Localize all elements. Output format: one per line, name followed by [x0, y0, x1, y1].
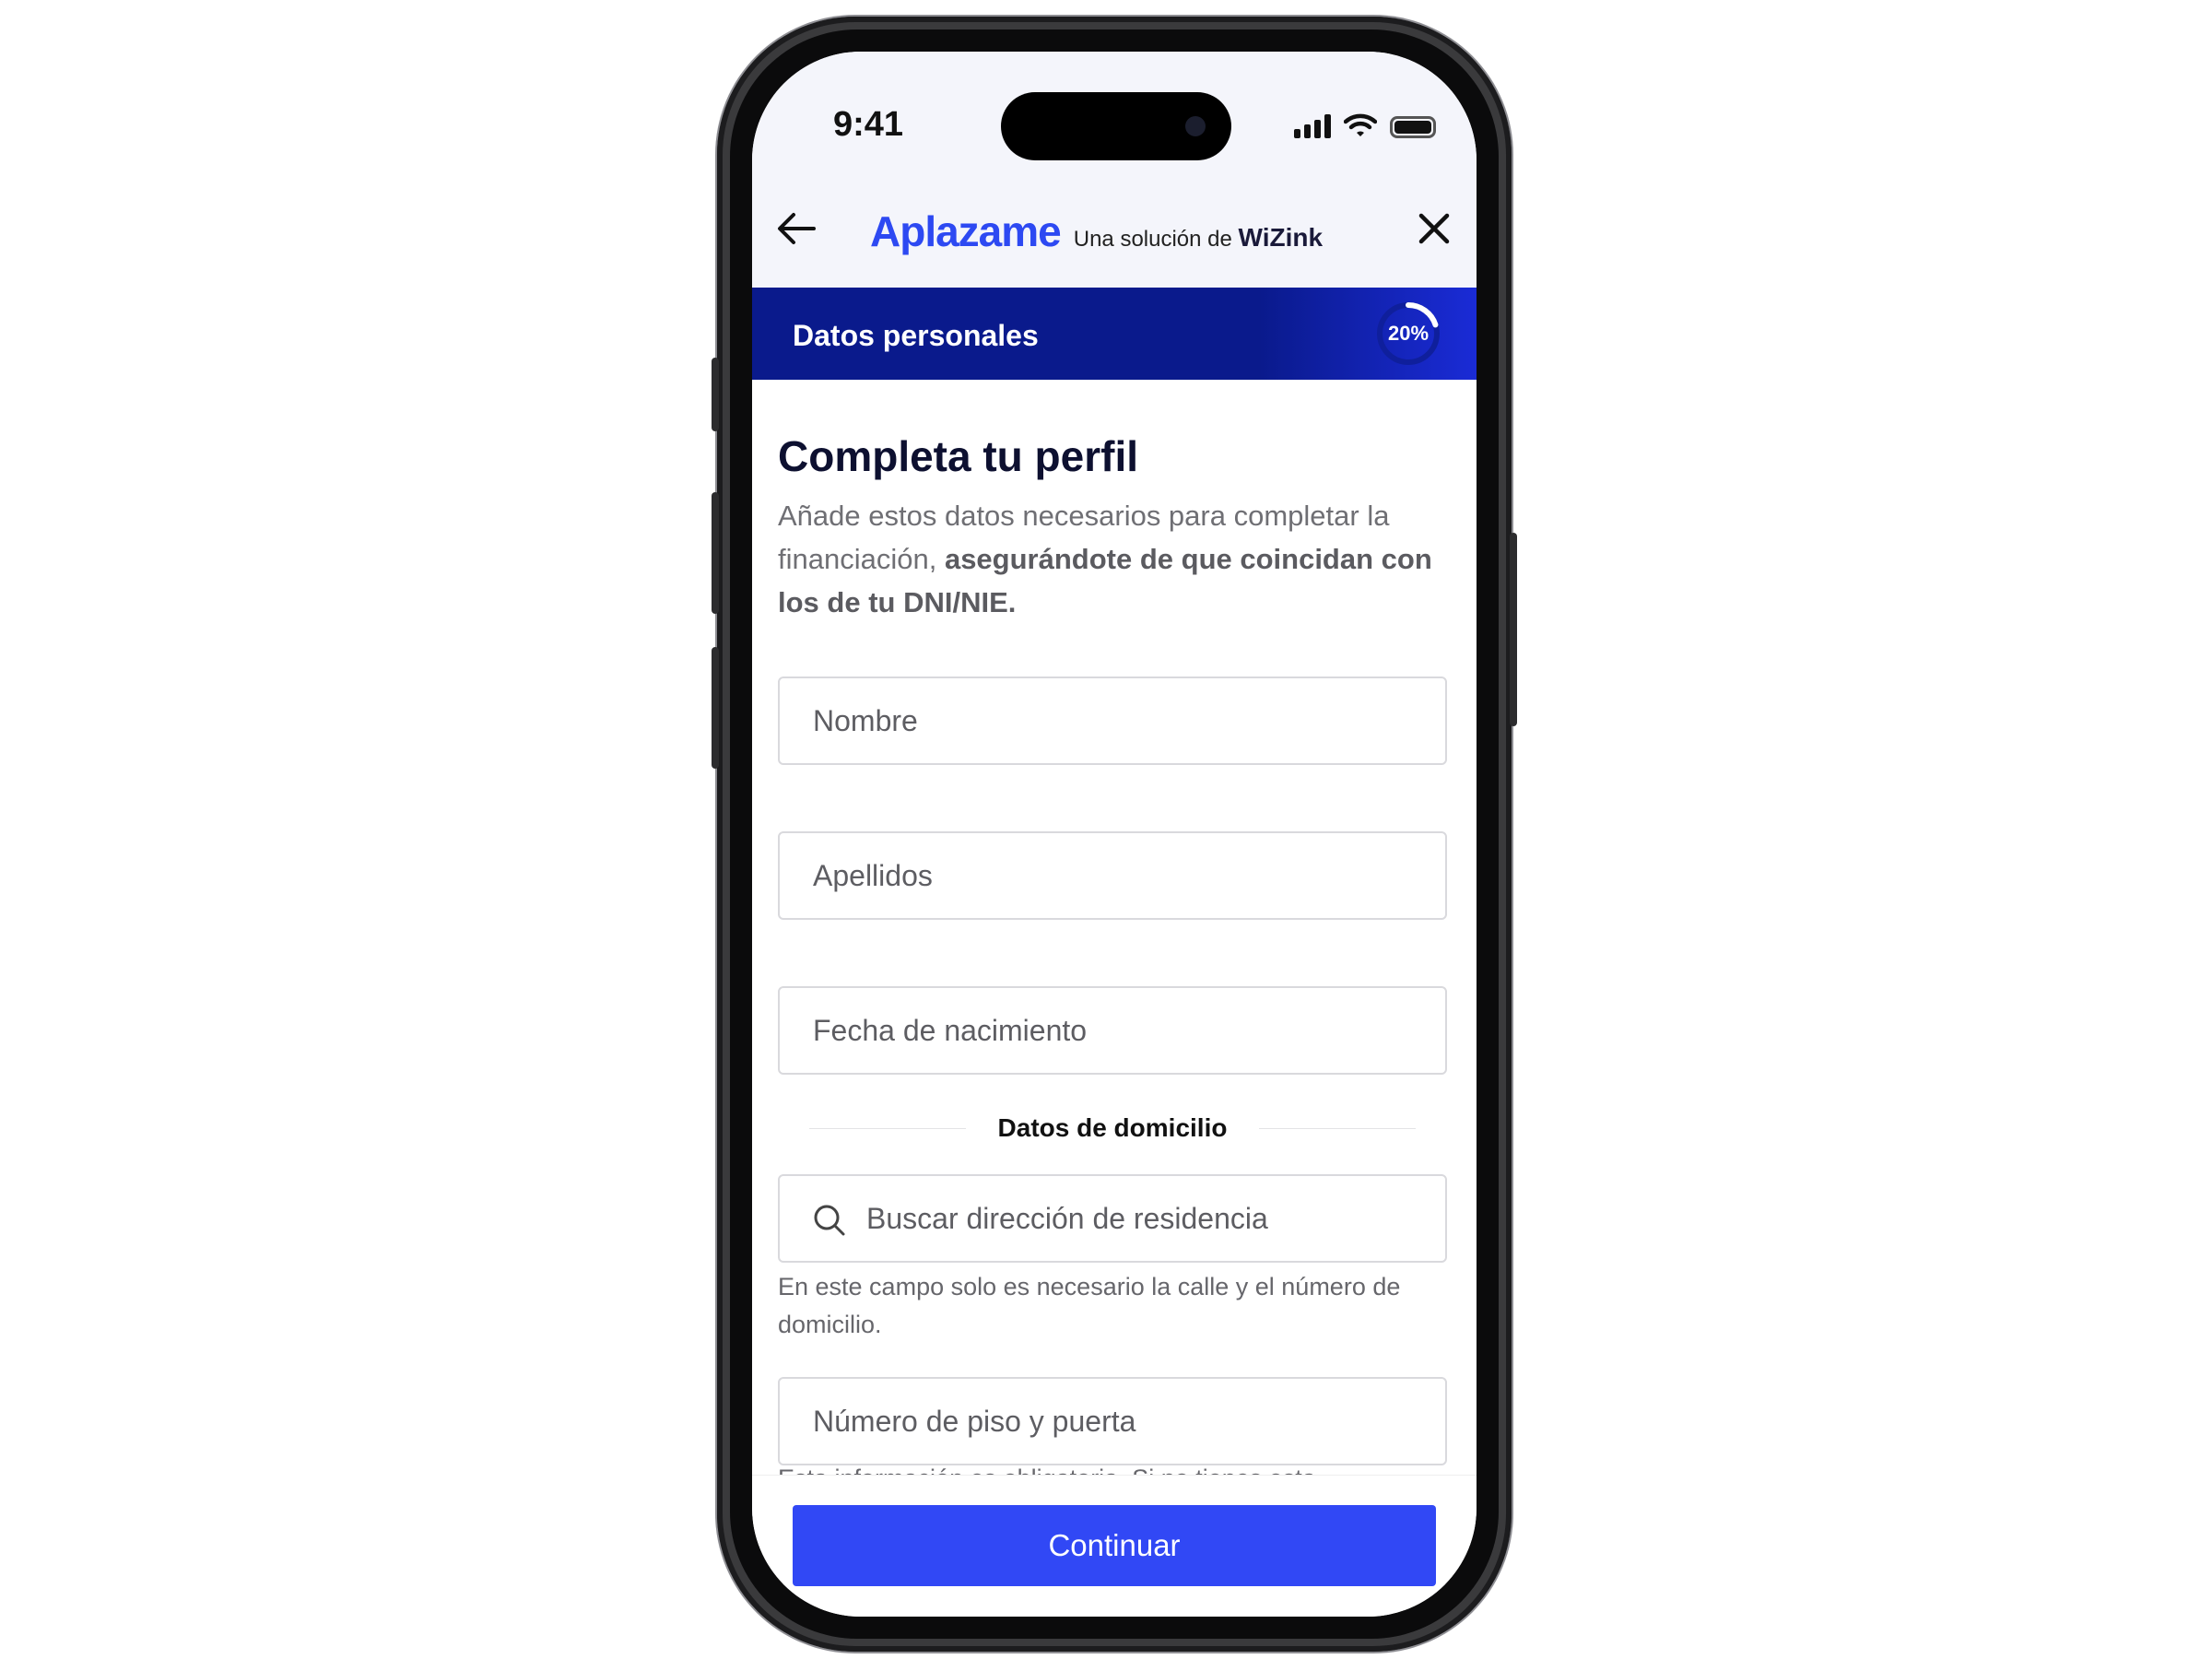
- birth-date-field: [778, 986, 1447, 1075]
- close-icon: [1418, 213, 1450, 244]
- status-icons: [1294, 112, 1436, 138]
- battery-icon: [1390, 116, 1436, 138]
- brand-logo: Aplazame: [870, 207, 1062, 255]
- bottom-action-bar: Continuar: [752, 1475, 1477, 1617]
- progress-label: 20%: [1387, 322, 1430, 345]
- wifi-icon: [1344, 113, 1377, 136]
- address-section-divider: Datos de domicilio: [778, 1110, 1447, 1147]
- back-button[interactable]: [769, 201, 824, 256]
- power-button: [1510, 533, 1517, 726]
- last-name-field: [778, 831, 1447, 920]
- status-time: 9:41: [833, 105, 904, 144]
- camera-icon: [1185, 116, 1206, 136]
- app-header: Aplazame Una solución de WiZink: [752, 181, 1477, 288]
- floor-door-input[interactable]: [813, 1379, 1412, 1464]
- floor-helper-text: Esta información es obligatoria. Si no t…: [778, 1456, 1447, 1477]
- floor-door-field: [778, 1377, 1447, 1465]
- phone-frame: 9:41 Aplazame Una solución de WiZink Dat…: [712, 17, 1517, 1652]
- section-title: Datos personales: [793, 319, 1039, 352]
- section-bar: Datos personales 20%: [752, 288, 1477, 380]
- page-description: Añade estos datos necesarios para comple…: [778, 494, 1451, 624]
- address-helper-text: En este campo solo es necesario la calle…: [778, 1273, 1401, 1338]
- brand-tagline: Una solución de WiZink: [1074, 223, 1323, 253]
- address-search-field: [778, 1174, 1447, 1263]
- first-name-field: [778, 677, 1447, 765]
- volume-down-button: [712, 647, 719, 769]
- address-search-input[interactable]: [866, 1176, 1419, 1261]
- volume-up-button: [712, 492, 719, 614]
- brand-tagline-text: Una solución de: [1073, 227, 1232, 252]
- first-name-input[interactable]: [813, 678, 1412, 763]
- arrow-left-icon: [778, 213, 816, 244]
- search-icon: [814, 1205, 845, 1236]
- brand-logo-group: Aplazame Una solución de WiZink: [870, 206, 1323, 256]
- close-button[interactable]: [1406, 201, 1462, 256]
- progress-indicator: 20%: [1375, 300, 1441, 367]
- last-name-input[interactable]: [813, 833, 1412, 918]
- phone-screen: 9:41 Aplazame Una solución de WiZink Dat…: [752, 52, 1477, 1617]
- action-button: [712, 358, 719, 431]
- partner-logo: WiZink: [1238, 223, 1324, 252]
- dynamic-island: [1001, 92, 1231, 160]
- page-title: Completa tu perfil: [778, 432, 1139, 480]
- continue-button[interactable]: Continuar: [793, 1505, 1436, 1586]
- status-bar: 9:41: [752, 52, 1477, 181]
- signal-icon: [1294, 114, 1331, 138]
- divider-line-right: [1259, 1128, 1416, 1129]
- birth-date-input[interactable]: [813, 988, 1412, 1073]
